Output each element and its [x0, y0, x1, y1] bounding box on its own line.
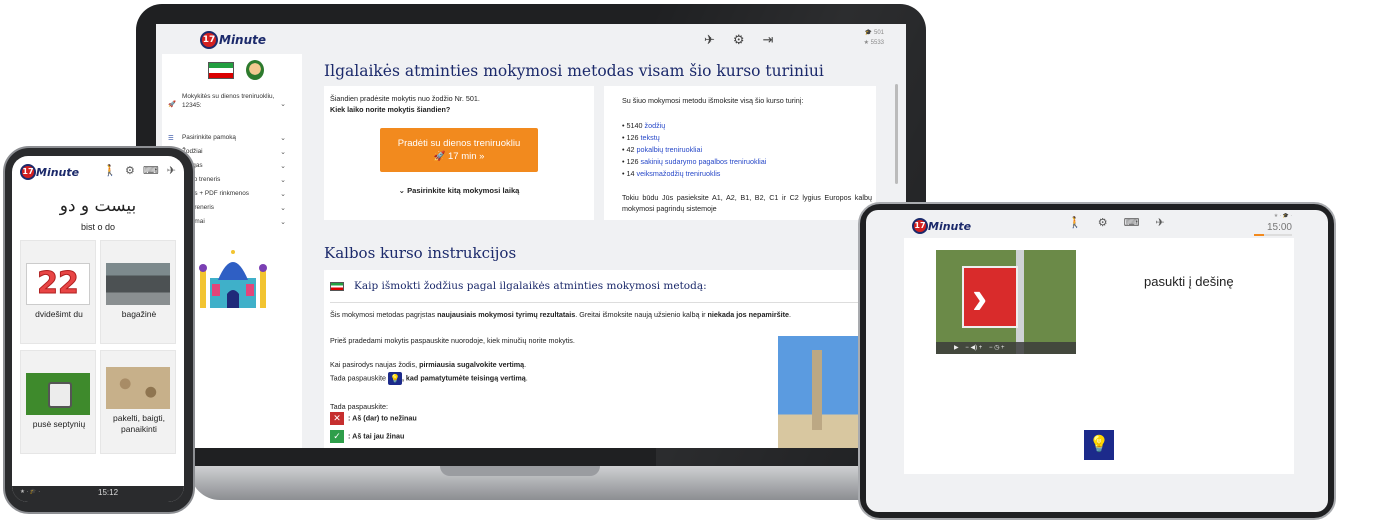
section-title: Kalbos kurso instrukcijos — [324, 244, 517, 262]
choose-other-time-link[interactable]: ⌄ Pasirinkite kitą mokymosi laiką — [324, 186, 594, 195]
exercise-card: › ▶ − ◀) + − ◷ + pasukti į dešinę 💡 — [904, 238, 1294, 474]
top-bar: 17 Minute ✈ ⚙ ⇥ 🎓 501 ★ 5533 — [156, 24, 906, 54]
chevron-down-icon: ⌄ — [280, 135, 286, 142]
status-bar: ★ · 🎓 · 15:12 — [12, 486, 184, 502]
video-controls[interactable]: ▶ − ◀) + − ◷ + — [936, 342, 1076, 354]
dialogue-trainers-link[interactable]: pokalbių treniruokliai — [637, 145, 703, 154]
app-logo[interactable]: 17 Minute — [912, 218, 971, 234]
foreign-word: بیست و دو — [59, 196, 137, 216]
timer-progress — [1254, 234, 1292, 236]
texts-link[interactable]: tekstų — [641, 133, 660, 142]
chevron-right-icon: › — [972, 271, 988, 323]
gear-icon[interactable]: ⚙ — [125, 164, 135, 177]
answer-tile[interactable]: pakelti, baigti, panaikinti — [100, 350, 176, 454]
sidebar-item-lesson[interactable]: ☰ Pasirinkite pamoką ⌄ — [168, 134, 292, 142]
check-icon: ✓ — [330, 430, 344, 443]
stats: 🎓 501 ★ 5533 — [863, 30, 884, 46]
chevron-down-icon: ⌄ — [398, 186, 405, 195]
page-title: Ilgalaikės atminties mokymosi metodas vi… — [324, 62, 824, 80]
turn-right-sign — [962, 266, 1018, 328]
instruction-paragraph: Šis mokymosi metodas pagrįstas naujausia… — [330, 310, 792, 319]
chevron-down-icon: ⌄ — [280, 101, 286, 108]
instruction-paragraph: Tada paspauskite 💡, kad pamatytumėte tei… — [330, 372, 528, 385]
stats: ★ · 🎓 · — [20, 489, 41, 495]
app-logo[interactable]: 17 Minute — [20, 164, 79, 180]
lightbulb-icon[interactable]: 💡 — [1084, 430, 1114, 460]
chevron-down-icon: ⌄ — [280, 219, 286, 226]
start-card: Šiandien pradėsite mokytis nuo žodžio Nr… — [324, 86, 594, 220]
speed-icon[interactable]: − ◷ + — [989, 345, 1005, 351]
chevron-down-icon: ⌄ — [280, 163, 286, 170]
tablet-screen: 17 Minute 🚶 ⚙ ⌨ ✈ ★ · 🎓 · 15:00 › ▶ − ◀)… — [866, 210, 1328, 512]
logout-icon[interactable]: ⇥ — [763, 32, 774, 48]
gear-icon[interactable]: ⚙ — [733, 32, 745, 48]
mosque-illustration — [199, 250, 267, 308]
video-player[interactable]: › ▶ − ◀) + − ◷ + — [936, 250, 1076, 354]
number-22-image: 22 — [26, 263, 90, 305]
avatar[interactable] — [246, 60, 264, 80]
instruction-known: ✓: Aš tai jau žinau — [330, 430, 404, 443]
instruction-paragraph: Prieš pradedami mokytis paspauskite nuor… — [330, 336, 575, 345]
app-logo[interactable]: 17 Minute — [200, 31, 266, 49]
answer-tile[interactable]: 22 dvidešimt du — [20, 240, 96, 344]
star-icon: ★ — [863, 40, 869, 46]
verb-trainer-link[interactable]: veiksmažodžių treniruoklis — [637, 169, 721, 178]
timer: 15:00 — [1266, 222, 1292, 233]
instruction-unknown: ✕: Aš (dar) to nežinau — [330, 412, 417, 425]
list-item: 5140 žodžių — [622, 120, 766, 132]
list-item: 42 pokalbių treniruokliai — [622, 144, 766, 156]
scrollbar[interactable] — [895, 84, 898, 184]
instruction-paragraph: Tada paspauskite: — [330, 402, 388, 411]
laptop-screen: 17 Minute ✈ ⚙ ⇥ 🎓 501 ★ 5533 🚀 Mokykitės… — [156, 24, 906, 448]
play-icon[interactable]: ▶ — [954, 345, 959, 351]
instructions-subtitle: Kaip išmokti žodžius pagal ilgalaikės at… — [330, 280, 707, 292]
phone-screen: 17 Minute 🚶 ⚙ ⌨ ✈ بیست و دو bist o do 22… — [12, 156, 184, 502]
car-trunk-image — [106, 263, 170, 305]
translation-phrase: pasukti į dešinę — [1144, 274, 1234, 289]
course-content-card: Su šiuo mokymosi metodu išmoksite visą š… — [604, 86, 876, 220]
gear-icon[interactable]: ⚙ — [1098, 216, 1108, 229]
answer-tile[interactable]: pusė septynių — [20, 350, 96, 454]
transliteration: bist o do — [80, 222, 116, 232]
instructions-card: Kaip išmokti žodžius pagal ilgalaikės at… — [324, 270, 876, 448]
start-daily-trainer-button[interactable]: Pradėti su dienos treniruokliu 🚀 17 min … — [380, 128, 538, 172]
rocket-icon: 🚀 — [168, 101, 176, 108]
keyboard-icon[interactable]: ⌨ — [1124, 216, 1140, 229]
walk-icon[interactable]: 🚶 — [1068, 216, 1082, 229]
iran-flag-icon[interactable] — [208, 61, 234, 79]
no-sound-icon[interactable]: ✈ — [1155, 216, 1164, 229]
chevron-down-icon: ⌄ — [280, 205, 286, 212]
clock-image — [26, 373, 90, 415]
no-sound-icon[interactable]: ✈ — [167, 164, 176, 177]
stones-image — [106, 367, 170, 409]
volume-icon[interactable]: − ◀) + — [965, 345, 982, 351]
list-item: 14 veiksmažodžių treniruoklis — [622, 168, 766, 180]
close-icon: ✕ — [330, 412, 344, 425]
no-sound-icon[interactable]: ✈ — [704, 32, 715, 48]
main-content: Ilgalaikės atminties mokymosi metodas vi… — [314, 54, 900, 448]
grad-cap-icon: 🎓 — [864, 30, 873, 36]
list-item: 126 sakinių sudarymo pagalbos treniruokl… — [622, 156, 767, 168]
walk-icon[interactable]: 🚶 — [103, 164, 117, 177]
instruction-paragraph: Kai pasirodys naujas žodis, pirmiausia s… — [330, 360, 527, 369]
persepolis-photo — [778, 336, 860, 448]
content-list: 5140 žodžių 126 tekstų 42 pokalbių treni… — [622, 120, 767, 180]
timer: 15:12 — [98, 488, 119, 497]
lightbulb-icon: 💡 — [387, 372, 402, 385]
list-item: 126 tekstų — [622, 132, 766, 144]
chevron-down-icon: ⌄ — [280, 177, 286, 184]
rocket-icon: 🚀 — [433, 151, 446, 162]
iran-flag-icon — [330, 281, 344, 291]
chevron-down-icon: ⌄ — [280, 149, 286, 156]
chevron-down-icon: ⌄ — [280, 191, 286, 198]
words-link[interactable]: žodžių — [645, 121, 666, 130]
laptop-notch — [440, 466, 600, 476]
answer-tile[interactable]: bagažinė — [100, 240, 176, 344]
keyboard-icon[interactable]: ⌨ — [143, 164, 159, 177]
divider — [330, 302, 870, 303]
sentence-trainers-link[interactable]: sakinių sudarymo pagalbos treniruokliai — [641, 157, 767, 166]
stats: ★ · 🎓 · — [1273, 213, 1292, 219]
sidebar-item-daily-trainer[interactable]: 🚀 Mokykitės su dienos treniruokliu, 1234… — [168, 92, 292, 110]
list-icon: ☰ — [168, 135, 174, 142]
